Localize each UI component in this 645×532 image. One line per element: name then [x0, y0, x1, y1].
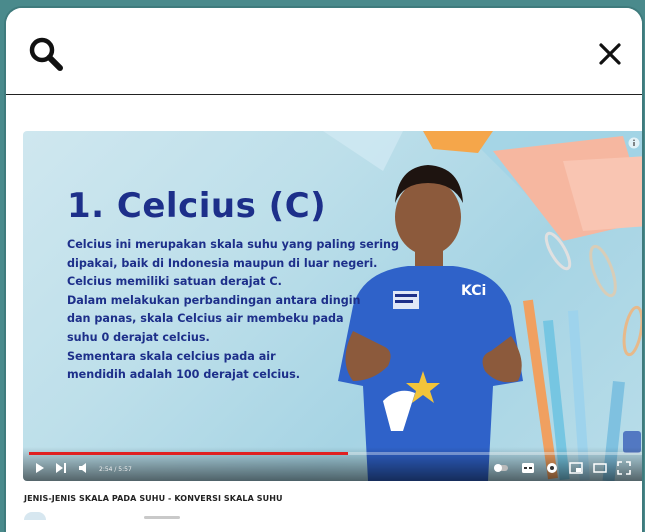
- slide-body-line: Dalam melakukan perbandingan antara ding…: [67, 293, 361, 307]
- slide-body-line: dipakai, baik di Indonesia maupun di lua…: [67, 256, 378, 270]
- progress-bar[interactable]: [29, 452, 642, 455]
- play-icon[interactable]: [35, 461, 45, 475]
- slide-body-line: Celcius ini merupakan skala suhu yang pa…: [67, 238, 400, 251]
- close-icon[interactable]: [596, 40, 624, 68]
- slide-body-line: suhu 0 derajat celcius.: [67, 330, 210, 344]
- search-icon[interactable]: [28, 36, 66, 74]
- autoplay-toggle[interactable]: [493, 461, 509, 475]
- slide-heading: 1. Celcius (C): [67, 186, 327, 226]
- meta-divider: [144, 516, 180, 519]
- content-area: 1. Celcius (C) Celcius ini merupakan ska…: [6, 96, 642, 532]
- volume-icon[interactable]: [78, 461, 90, 475]
- settings-icon[interactable]: [545, 461, 559, 475]
- slide-body-line: Sementara skala celcius pada air: [67, 349, 276, 363]
- video-title[interactable]: JENIS-JENIS SKALA PADA SUHU - KONVERSI S…: [24, 494, 283, 503]
- theater-mode-icon[interactable]: [593, 461, 607, 475]
- fullscreen-icon[interactable]: [617, 461, 631, 475]
- slide-body-line: dan panas, skala Celcius air membeku pad…: [67, 312, 344, 326]
- shirt-logo: KCi: [461, 283, 487, 299]
- slide-body: Celcius ini merupakan skala suhu yang pa…: [67, 236, 400, 385]
- search-bar: [6, 8, 642, 95]
- captions-icon[interactable]: [521, 461, 535, 475]
- time-display: 2:54 / 5:57: [99, 466, 132, 473]
- slide-body-line: mendidih adalah 100 derajat celcius.: [67, 368, 301, 382]
- progress-fill: [29, 452, 348, 455]
- next-icon[interactable]: [55, 461, 67, 475]
- channel-avatar[interactable]: [24, 512, 46, 520]
- slide-body-line: Celcius memiliki satuan derajat C.: [67, 275, 282, 289]
- player-controls: 2:54 / 5:57: [23, 447, 642, 481]
- info-icon[interactable]: [628, 137, 640, 149]
- modal-frame: 1. Celcius (C) Celcius ini merupakan ska…: [6, 8, 642, 532]
- miniplayer-icon[interactable]: [569, 461, 583, 475]
- video-player[interactable]: 1. Celcius (C) Celcius ini merupakan ska…: [23, 131, 642, 481]
